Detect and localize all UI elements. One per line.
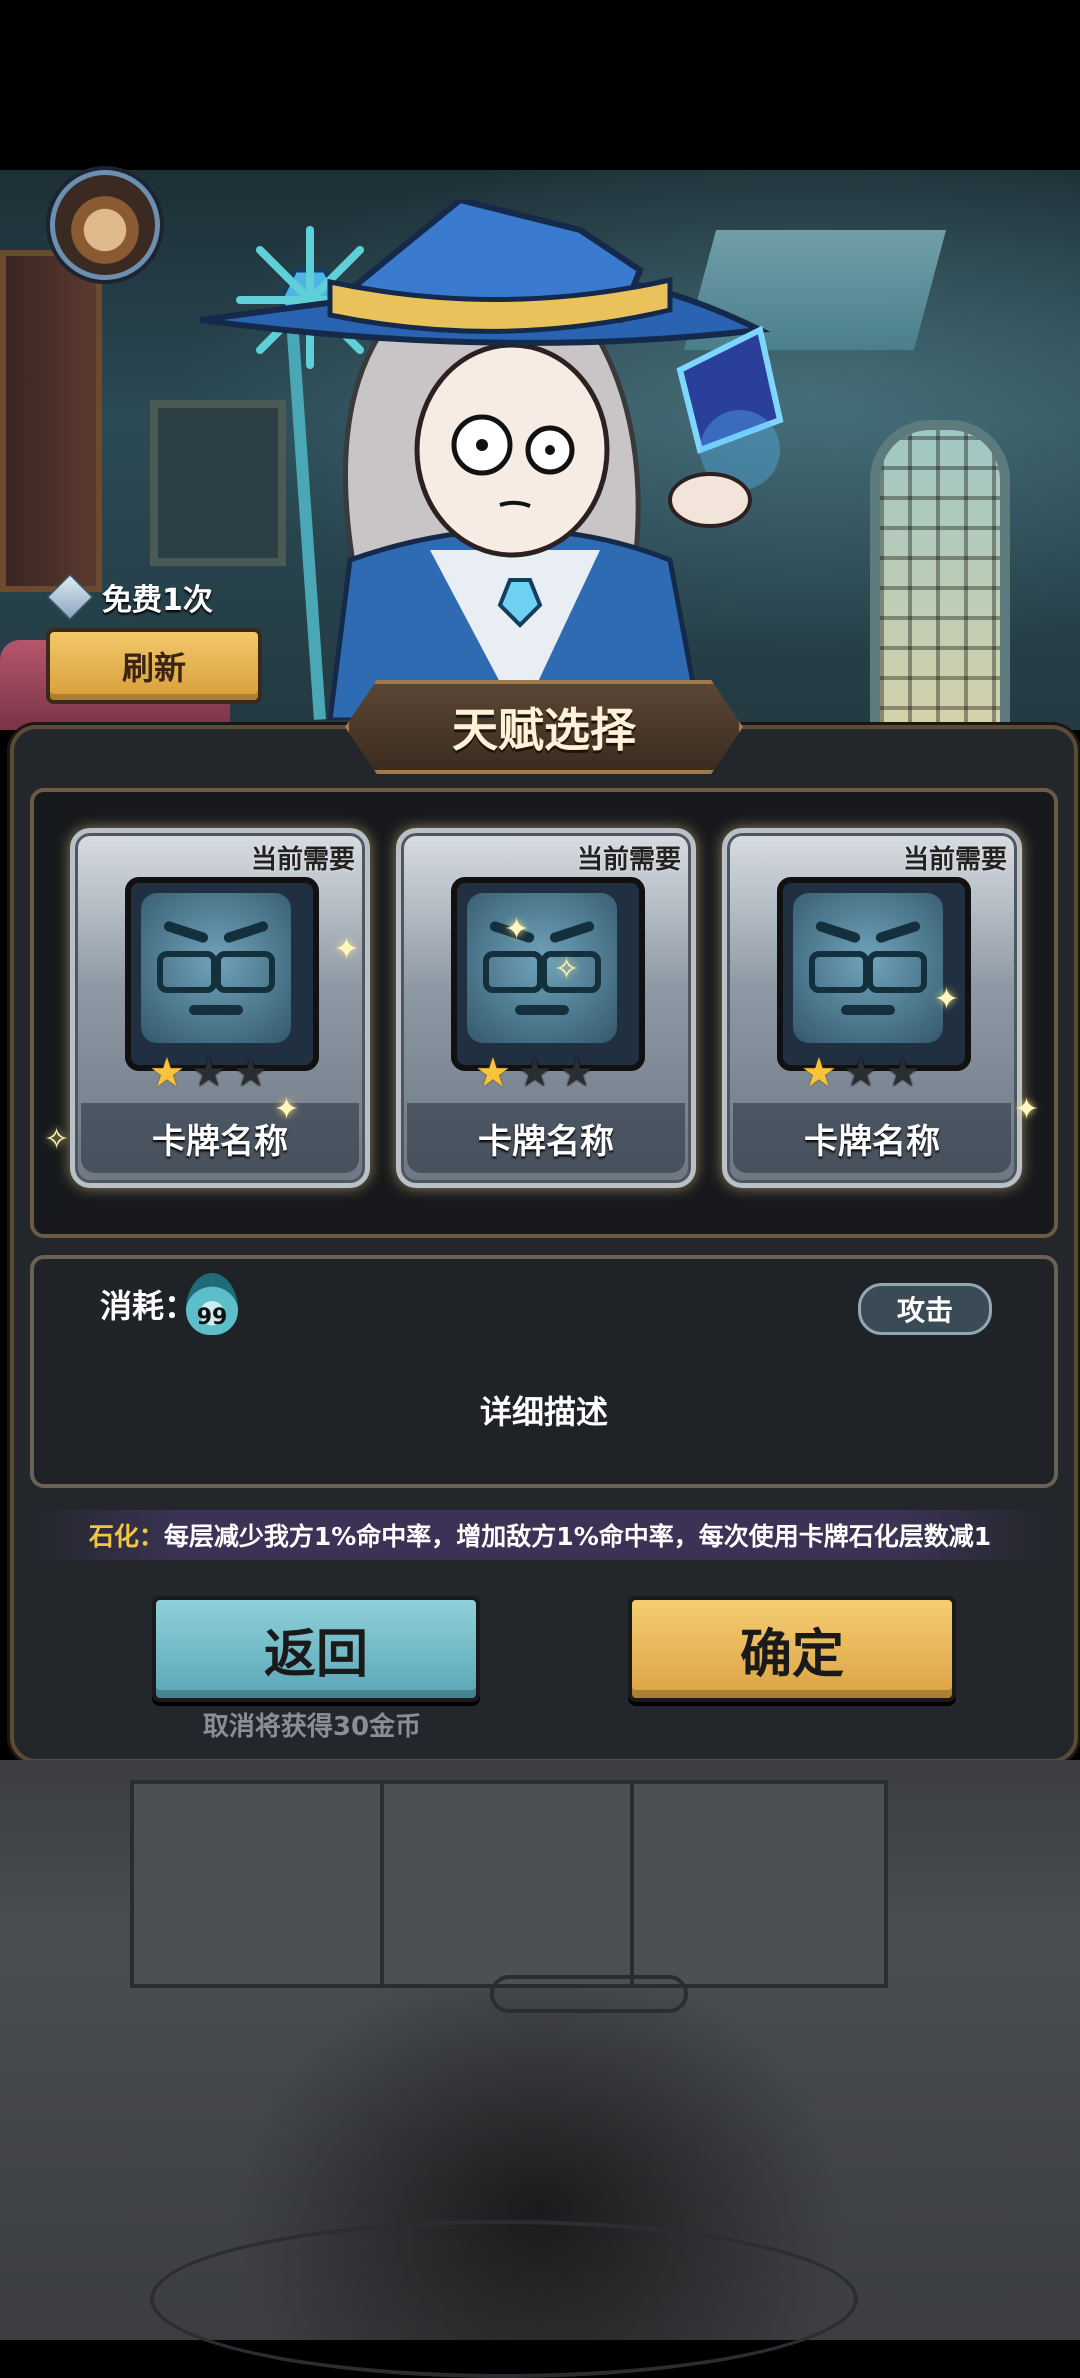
sparkle-icon: ✦ [1014,1092,1040,1127]
star-icon-empty: ★ [842,1050,879,1096]
talent-card-1[interactable]: 当前需要 ★ ★ ★ 卡牌名称 [70,828,370,1188]
stone-block [630,1780,888,1988]
star-icon-empty: ★ [190,1050,227,1096]
cube-icon [46,573,94,621]
free-count-text: 免费1次 [102,583,213,618]
floor-stone [490,1975,688,2013]
card-detail-box: 消耗： 99 攻击 详细描述 [30,1255,1058,1488]
card-art [125,877,319,1071]
card-art [451,877,645,1071]
detail-description: 详细描述 [479,1393,608,1431]
star-rating: ★ ★ ★ [475,1053,595,1093]
card-name: 卡牌名称 [407,1103,685,1173]
free-refresh-indicator: 免费1次 [46,572,213,622]
type-tag: 攻击 [858,1283,992,1335]
star-icon-empty: ★ [884,1050,921,1096]
petrify-text: 每层减少我方1%命中率，增加敌方1%命中率，每次使用卡牌石化层数减1 [163,1522,992,1551]
star-rating: ★ ★ ★ [801,1053,921,1093]
card-art [777,877,971,1071]
petrify-key: 石化： [88,1522,164,1551]
sparkle-icon: ✧ [44,1122,70,1157]
need-label: 当前需要 [576,845,681,875]
cost-label: 消耗： [100,1287,197,1325]
arched-window [870,420,1010,750]
star-icon-empty: ★ [232,1050,269,1096]
star-icon-filled: ★ [801,1050,837,1096]
sparkle-icon: ✦ [334,932,360,967]
card-name: 卡牌名称 [81,1103,359,1173]
card-name: 卡牌名称 [733,1103,1011,1173]
sparkle-icon: ✧ [554,952,580,987]
dungeon-floor [0,1760,1080,2378]
star-icon-filled: ★ [149,1050,185,1096]
star-icon-empty: ★ [558,1050,595,1096]
refresh-button[interactable]: 刷新 [46,628,262,704]
sparkle-icon: ✦ [504,912,530,947]
star-icon-empty: ★ [516,1050,553,1096]
confirm-button[interactable]: 确定 [628,1596,956,1702]
wizard-character [200,200,784,720]
back-button[interactable]: 返回 [152,1596,480,1702]
need-label: 当前需要 [250,845,355,875]
sparkle-icon: ✦ [274,1092,300,1127]
talent-card-3[interactable]: 当前需要 ★ ★ ★ 卡牌名称 [722,828,1022,1188]
cost-value: 99 [196,1305,228,1330]
card-selection-area: 当前需要 ★ ★ ★ 卡牌名称 当前需要 ★ ★ ★ 卡牌名称 当前需要 ★ ★ [30,788,1058,1238]
player-avatar[interactable] [50,170,160,280]
sparkle-icon: ✦ [934,982,960,1017]
talent-card-2[interactable]: 当前需要 ★ ★ ★ 卡牌名称 [396,828,696,1188]
star-rating: ★ ★ ★ [149,1053,269,1093]
floor-pit [150,2220,858,2378]
cancel-hint: 取消将获得30金币 [202,1712,422,1742]
star-icon-filled: ★ [475,1050,511,1096]
panel-title: 天赋选择 [345,680,743,774]
petrify-info: 石化： 每层减少我方1%命中率，增加敌方1%命中率，每次使用卡牌石化层数减1 [30,1510,1050,1560]
wall-painting-left [0,250,102,592]
stone-block [130,1780,388,1988]
stone-block [380,1780,638,1988]
need-label: 当前需要 [902,845,1007,875]
